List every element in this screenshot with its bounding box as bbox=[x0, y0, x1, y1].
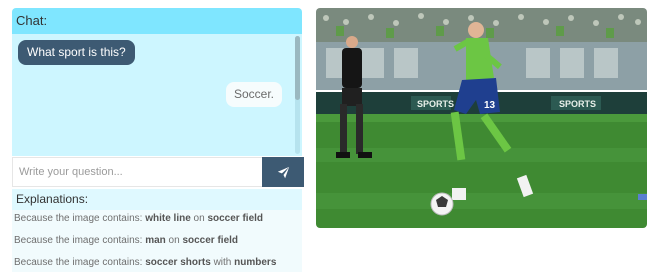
explanation-relation: on bbox=[168, 235, 180, 246]
chat-scrollbar[interactable] bbox=[295, 36, 300, 154]
chat-title: Chat: bbox=[16, 13, 48, 28]
explanation-relation: with bbox=[213, 257, 232, 268]
question-input[interactable] bbox=[12, 157, 262, 187]
ad-board-right-text: SPORTS bbox=[559, 99, 596, 109]
explanation-relation: on bbox=[193, 213, 205, 224]
explanations-list: Because the image contains: white line o… bbox=[12, 210, 302, 272]
paper-plane-icon bbox=[277, 166, 289, 178]
user-message: What sport is this? bbox=[18, 40, 135, 65]
chat-history[interactable]: What sport is this? Soccer. bbox=[12, 34, 302, 156]
ad-board-left-text: SPORTS bbox=[417, 99, 454, 109]
explanation-subject: man bbox=[145, 235, 166, 246]
explanation-item: Because the image contains: man on socce… bbox=[14, 232, 238, 250]
soccer-scene-illustration: SPORTS SPORTS 13 bbox=[316, 8, 647, 228]
chat-scroll-thumb[interactable] bbox=[295, 36, 300, 100]
send-button[interactable] bbox=[262, 157, 304, 187]
chat-header: Chat: bbox=[12, 8, 302, 34]
explanation-subject: white line bbox=[145, 213, 191, 224]
explanation-prefix: Because the image contains: bbox=[14, 213, 143, 224]
explanation-subject: soccer shorts bbox=[145, 257, 211, 268]
bot-message: Soccer. bbox=[225, 82, 282, 107]
explanation-object: soccer field bbox=[182, 235, 239, 246]
explanations-header: Explanations: bbox=[12, 189, 302, 210]
explanation-item: Because the image contains: white line o… bbox=[14, 210, 263, 228]
explanation-item: Because the image contains: soccer short… bbox=[14, 254, 276, 272]
explanation-object: soccer field bbox=[207, 213, 264, 224]
explanations-title: Explanations: bbox=[16, 192, 89, 206]
shorts-number: 13 bbox=[484, 100, 496, 111]
question-input-row bbox=[12, 157, 304, 187]
explanation-prefix: Because the image contains: bbox=[14, 257, 143, 268]
soccer-photo: SPORTS SPORTS 13 bbox=[316, 8, 647, 228]
explanation-object: numbers bbox=[234, 257, 277, 268]
explanation-prefix: Because the image contains: bbox=[14, 235, 143, 246]
